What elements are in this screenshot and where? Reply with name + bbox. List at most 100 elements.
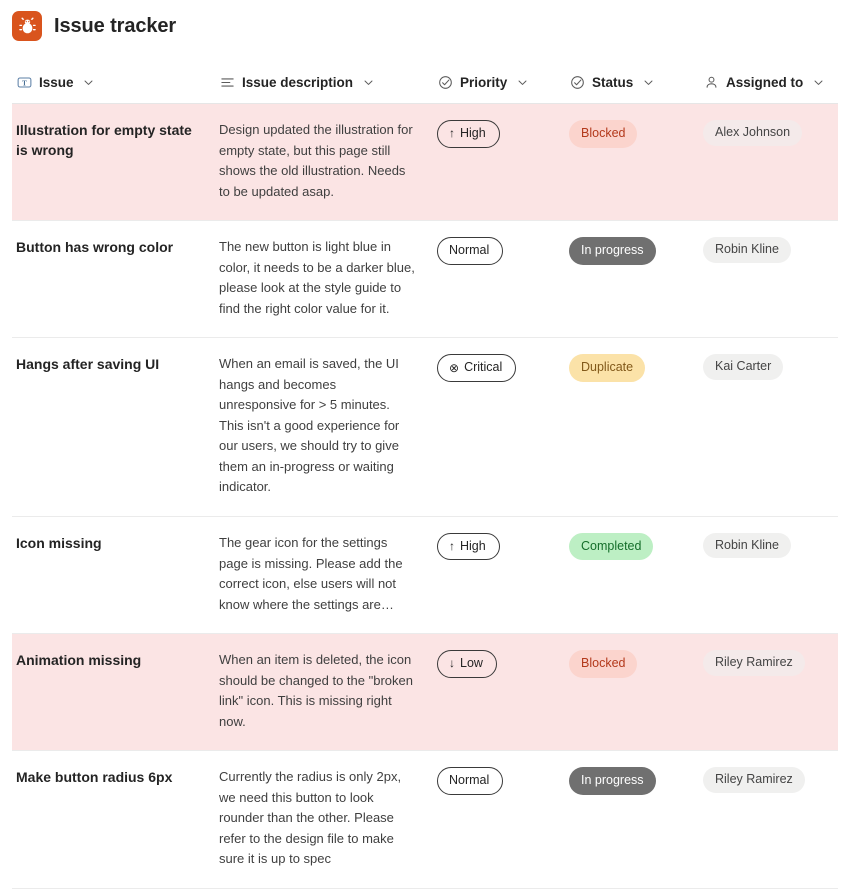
issue-description-text: When an email is saved, the UI hangs and… (219, 356, 400, 495)
priority-label: High (460, 538, 486, 553)
issues-table: T Issue Issue description Priority Statu… (12, 61, 838, 889)
table-row[interactable]: Button has wrong color The new button is … (12, 220, 838, 339)
svg-text:T: T (22, 79, 27, 87)
cell-issue-title[interactable]: Hangs after saving UI (12, 337, 215, 517)
issue-title-text: Hangs after saving UI (16, 356, 160, 373)
cell-issue-description[interactable]: The gear icon for the settings page is m… (215, 516, 433, 635)
chevron-down-icon[interactable] (83, 76, 95, 88)
cell-status[interactable]: Blocked (565, 103, 699, 222)
assignee-pill[interactable]: Alex Johnson (703, 120, 803, 146)
cell-assigned-to[interactable]: Riley Ramirez (699, 750, 838, 889)
column-header-description-label: Issue description (242, 74, 354, 90)
issue-description-text: The new button is light blue in color, i… (219, 239, 415, 316)
table-row[interactable]: Hangs after saving UI When an email is sa… (12, 337, 838, 517)
cell-issue-title[interactable]: Icon missing (12, 516, 215, 635)
cell-priority[interactable]: ↑ High (433, 103, 565, 222)
text-field-icon: T (16, 74, 32, 90)
status-badge[interactable]: Completed (569, 532, 654, 561)
bug-icon (12, 10, 42, 41)
circle-check-icon (569, 74, 585, 90)
priority-pill[interactable]: ↓ Low (437, 650, 497, 678)
cell-issue-title[interactable]: Animation missing (12, 633, 215, 752)
circle-check-icon (437, 74, 453, 90)
cell-assigned-to[interactable]: Kai Carter (699, 337, 838, 517)
priority-critical-icon: ⊗ (449, 360, 460, 375)
issue-description-text: When an item is deleted, the icon should… (219, 652, 413, 729)
cell-priority[interactable]: Normal (433, 750, 565, 889)
app-header: Issue tracker (0, 0, 841, 41)
assignee-pill[interactable]: Robin Kline (703, 237, 791, 263)
table-row[interactable]: Illustration for empty state is wrong Des… (12, 103, 838, 222)
cell-issue-description[interactable]: When an email is saved, the UI hangs and… (215, 337, 433, 517)
table-row[interactable]: Make button radius 6px Currently the radi… (12, 750, 838, 889)
table-row[interactable]: Icon missing The gear icon for the settin… (12, 516, 838, 635)
cell-issue-title[interactable]: Button has wrong color (12, 220, 215, 339)
status-badge[interactable]: Blocked (569, 650, 638, 678)
column-header-status-label: Status (592, 74, 634, 90)
table-header: T Issue Issue description Priority Statu… (12, 61, 838, 104)
assignee-pill[interactable]: Riley Ramirez (703, 650, 805, 676)
column-header-issue[interactable]: T Issue (12, 61, 215, 104)
assignee-pill[interactable]: Riley Ramirez (703, 767, 805, 793)
cell-status[interactable]: Completed (565, 516, 699, 635)
cell-priority[interactable]: ↓ Low (433, 633, 565, 752)
issue-description-text: Currently the radius is only 2px, we nee… (219, 769, 402, 867)
column-header-assigned-to[interactable]: Assigned to (699, 61, 838, 104)
priority-pill[interactable]: Normal (437, 237, 504, 265)
multiline-text-icon (219, 74, 235, 90)
issue-description-text: Design updated the illustration for empt… (219, 122, 413, 199)
column-header-priority-label: Priority (460, 74, 508, 90)
cell-issue-description[interactable]: Currently the radius is only 2px, we nee… (215, 750, 433, 889)
cell-assigned-to[interactable]: Robin Kline (699, 220, 838, 339)
priority-label: Normal (449, 773, 490, 788)
cell-assigned-to[interactable]: Riley Ramirez (699, 633, 838, 752)
issue-title-text: Icon missing (16, 534, 102, 551)
issue-title-text: Illustration for empty state is wrong (16, 122, 192, 158)
table-row[interactable]: Animation missing When an item is deleted… (12, 633, 838, 752)
column-header-status[interactable]: Status (565, 61, 699, 104)
cell-issue-title[interactable]: Illustration for empty state is wrong (12, 103, 215, 222)
priority-high-icon: ↑ (449, 539, 455, 554)
cell-status[interactable]: Duplicate (565, 337, 699, 517)
chevron-down-icon[interactable] (516, 76, 528, 88)
column-header-issue-label: Issue (39, 74, 74, 90)
table-header-row: T Issue Issue description Priority Statu… (12, 61, 838, 104)
cell-priority[interactable]: Normal (433, 220, 565, 339)
cell-status[interactable]: In progress (565, 220, 699, 339)
cell-issue-title[interactable]: Make button radius 6px (12, 750, 215, 889)
priority-pill[interactable]: ⊗ Critical (437, 354, 517, 382)
column-header-assigned-to-label: Assigned to (726, 74, 804, 90)
person-icon (703, 74, 719, 90)
chevron-down-icon[interactable] (812, 76, 824, 88)
priority-pill[interactable]: ↑ High (437, 532, 500, 561)
chevron-down-icon[interactable] (362, 76, 374, 88)
cell-status[interactable]: Blocked (565, 633, 699, 752)
table-body: Illustration for empty state is wrong Des… (12, 103, 838, 889)
status-badge[interactable]: In progress (569, 237, 656, 265)
assignee-pill[interactable]: Robin Kline (703, 532, 791, 559)
chevron-down-icon[interactable] (642, 76, 654, 88)
status-badge[interactable]: Duplicate (569, 354, 646, 382)
cell-priority[interactable]: ⊗ Critical (433, 337, 565, 517)
priority-label: Normal (449, 243, 490, 258)
column-header-priority[interactable]: Priority (433, 61, 565, 104)
status-badge[interactable]: In progress (569, 767, 656, 795)
column-header-description[interactable]: Issue description (215, 61, 433, 104)
priority-pill[interactable]: Normal (437, 767, 504, 795)
cell-priority[interactable]: ↑ High (433, 516, 565, 635)
status-badge[interactable]: Blocked (569, 120, 638, 148)
cell-issue-description[interactable]: The new button is light blue in color, i… (215, 220, 433, 339)
cell-issue-description[interactable]: Design updated the illustration for empt… (215, 103, 433, 222)
page-title: Issue tracker (54, 14, 177, 37)
priority-pill[interactable]: ↑ High (437, 120, 500, 148)
priority-high-icon: ↑ (449, 126, 455, 141)
priority-label: Critical (464, 360, 503, 375)
cell-issue-description[interactable]: When an item is deleted, the icon should… (215, 633, 433, 752)
priority-label: High (460, 126, 486, 140)
issue-description-text: The gear icon for the settings page is m… (219, 534, 403, 612)
cell-assigned-to[interactable]: Alex Johnson (699, 103, 838, 222)
issue-title-text: Button has wrong color (16, 239, 174, 256)
assignee-pill[interactable]: Kai Carter (703, 354, 784, 380)
cell-assigned-to[interactable]: Robin Kline (699, 516, 838, 635)
cell-status[interactable]: In progress (565, 750, 699, 889)
